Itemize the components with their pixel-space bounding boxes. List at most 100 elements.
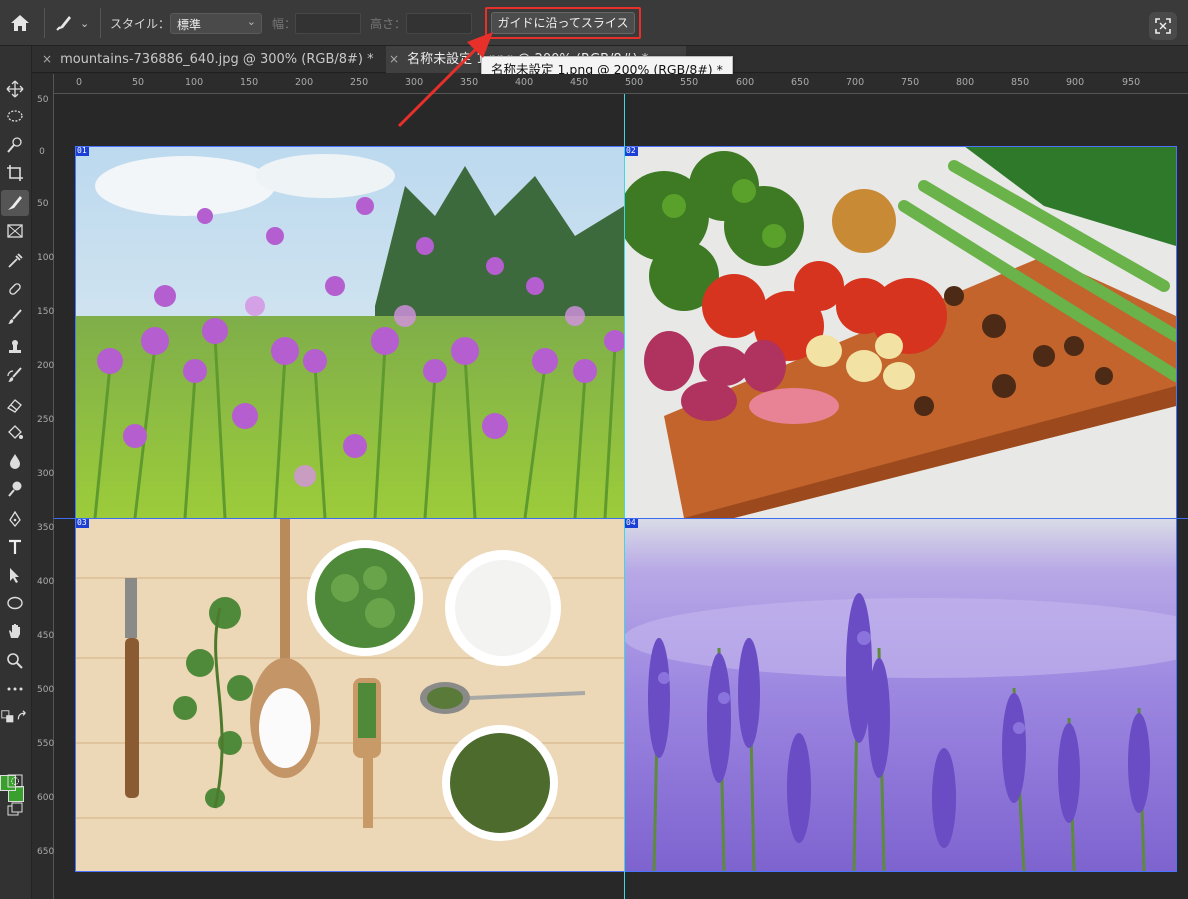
ruler-tick: 350 (37, 523, 55, 533)
ruler-tick: 600 (37, 793, 55, 803)
slice-border (1176, 146, 1177, 872)
slice-label[interactable]: 03 (75, 518, 89, 528)
swap-colors-icon[interactable] (16, 704, 30, 730)
capture-icon (1155, 18, 1171, 34)
ruler-tick: 100 (185, 77, 204, 88)
tab-label: mountains-736886_640.jpg @ 300% (RGB/8#)… (60, 52, 374, 67)
ruler-tick: 50 (37, 199, 49, 209)
quick-select-icon[interactable] (1, 132, 29, 158)
ruler-tick: 600 (736, 77, 755, 88)
ruler-tick: 450 (37, 631, 55, 641)
close-icon[interactable]: × (42, 52, 52, 66)
ruler-tick: 650 (791, 77, 810, 88)
lasso-icon[interactable] (1, 104, 29, 130)
slice-border (75, 871, 1176, 872)
width-field[interactable] (295, 13, 361, 34)
height-field[interactable] (406, 13, 472, 34)
width-label: 幅： (272, 17, 297, 31)
home-icon[interactable] (8, 11, 32, 35)
ruler-tick: 300 (405, 77, 424, 88)
ruler-tick: 550 (37, 739, 55, 749)
slice-tool-icon (56, 16, 71, 31)
highlight-box (485, 7, 641, 39)
ruler-tick: 450 (570, 77, 589, 88)
vegetables-image (624, 146, 1176, 518)
ellipse-icon[interactable] (1, 590, 29, 616)
tab-mountains[interactable]: × mountains-736886_640.jpg @ 300% (RGB/8#… (42, 46, 382, 73)
ruler-tick: 200 (295, 77, 314, 88)
vertical-guide[interactable] (624, 94, 625, 899)
ruler-tick: 400 (37, 577, 55, 587)
chevron-down-icon: ⌄ (246, 15, 256, 28)
style-label: スタイル： (110, 17, 171, 31)
healing-icon[interactable] (1, 276, 29, 302)
slice-label[interactable]: 01 (75, 146, 89, 156)
crop-icon[interactable] (1, 160, 29, 186)
pen-icon[interactable] (1, 506, 29, 532)
ruler-tick: 650 (37, 847, 55, 857)
paint-bucket-icon[interactable] (1, 420, 29, 446)
ruler-tick: 900 (1066, 77, 1085, 88)
divider (44, 8, 45, 38)
type-icon[interactable] (1, 534, 29, 560)
history-brush-icon[interactable] (1, 362, 29, 388)
zoom-icon[interactable] (1, 648, 29, 674)
ruler-tick: 250 (350, 77, 369, 88)
ruler-tick: 500 (37, 685, 55, 695)
screenshot-button[interactable] (1149, 12, 1177, 40)
horizontal-guide[interactable] (54, 518, 1188, 519)
screen-mode-icon[interactable] (1, 796, 29, 822)
more-icon[interactable] (1, 676, 29, 702)
ruler-tick: 50 (37, 95, 49, 105)
ruler-tick: 250 (37, 415, 55, 425)
blur-icon[interactable] (1, 448, 29, 474)
ruler-tick: 350 (460, 77, 479, 88)
slice-border (75, 146, 76, 872)
ruler-tick: 700 (846, 77, 865, 88)
lavender-field-image (624, 518, 1176, 872)
eyedropper-icon[interactable] (1, 248, 29, 274)
ruler-tick: 200 (37, 361, 55, 371)
stamp-icon[interactable] (1, 334, 29, 360)
tool-preset-picker[interactable]: ⌄ (54, 12, 98, 34)
dodge-icon[interactable] (1, 476, 29, 502)
ruler-tick: 300 (37, 469, 55, 479)
ruler-tick: 0 (76, 77, 83, 88)
brush-icon[interactable] (1, 304, 29, 330)
eraser-icon[interactable] (1, 392, 29, 418)
ruler-tick: 550 (680, 77, 699, 88)
ruler-tick: 100 (37, 253, 55, 263)
height-label: 高さ： (370, 17, 407, 31)
ruler-tick: 850 (1011, 77, 1030, 88)
herbs-table-image (75, 518, 624, 872)
slice-icon[interactable] (1, 190, 29, 216)
options-bar: ⌄ スタイル： 標準 ⌄ 幅： 高さ： ガイドに沿ってスライス (0, 0, 1188, 46)
ruler-tick: 150 (37, 307, 55, 317)
default-colors-icon[interactable] (0, 704, 16, 730)
ruler-tick: 150 (240, 77, 259, 88)
chive-flowers-image (75, 146, 624, 518)
horizontal-ruler: 0 50 100 150 200 250 300 350 400 450 500… (54, 74, 1188, 94)
chevron-down-icon: ⌄ (80, 16, 90, 30)
vertical-ruler: 50 0 50 100 150 200 250 300 350 400 450 … (32, 74, 54, 899)
path-select-icon[interactable] (1, 562, 29, 588)
slice-border (75, 146, 1176, 147)
frame-icon[interactable] (1, 218, 29, 244)
ruler-tick: 0 (39, 147, 45, 157)
document-canvas[interactable]: 01 02 03 04 (75, 146, 1176, 872)
ruler-tick: 750 (901, 77, 920, 88)
style-select-value: 標準 (177, 18, 202, 32)
quick-mask-icon[interactable] (1, 768, 29, 794)
hand-icon[interactable] (1, 618, 29, 644)
tools-panel (0, 46, 32, 899)
slice-label[interactable]: 04 (624, 518, 638, 528)
move-icon[interactable] (1, 76, 29, 102)
slice-label[interactable]: 02 (624, 146, 638, 156)
ruler-tick: 50 (132, 77, 145, 88)
style-select[interactable]: 標準 ⌄ (170, 13, 262, 34)
divider (100, 8, 101, 38)
ruler-tick: 800 (956, 77, 975, 88)
ruler-tick: 400 (515, 77, 534, 88)
ruler-tick: 500 (625, 77, 644, 88)
close-icon[interactable]: × (389, 52, 399, 66)
